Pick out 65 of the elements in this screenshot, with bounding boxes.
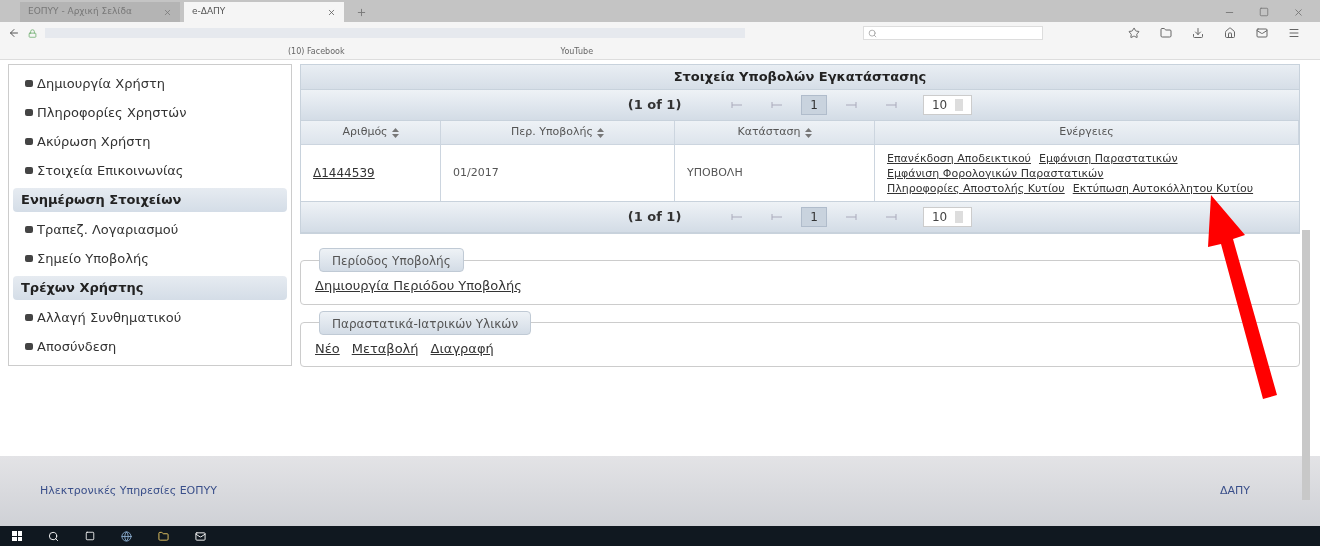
bookmark-link[interactable]: YouTube — [560, 45, 594, 58]
column-header[interactable]: Κατάσταση — [675, 121, 875, 145]
fieldset-link[interactable]: Μεταβολή — [351, 338, 419, 358]
star-icon[interactable] — [1128, 27, 1140, 39]
footer-text: Ηλεκτρονικές Υπηρεσίες ΕΟΠΥΥ — [40, 482, 217, 499]
table-title: Στοιχεία Υποβολών Εγκατάστασης — [301, 65, 1299, 89]
home-icon[interactable] — [1224, 27, 1236, 39]
bullet-icon — [25, 314, 33, 321]
sidebar-item[interactable]: Πληροφορίες Χρηστών — [37, 102, 187, 123]
action-link[interactable]: Εμφάνιση Φορολογικών Παραστατικών — [887, 165, 1104, 181]
fieldset-link[interactable]: Νέο — [315, 338, 340, 358]
browser-tab[interactable]: e-ΔΑΠΥ — [184, 2, 344, 22]
bullet-icon — [25, 343, 33, 350]
bullet-icon — [25, 80, 33, 87]
sidebar-item[interactable]: Στοιχεία Επικοινωνίας — [37, 160, 184, 181]
record-number-link[interactable]: Δ1444539 — [313, 164, 375, 182]
action-link[interactable]: Εμφάνιση Παραστατικών — [1039, 150, 1178, 166]
globe-icon[interactable] — [121, 530, 132, 542]
bullet-icon — [25, 255, 33, 262]
bookmark-link[interactable]: (10) Facebook — [288, 45, 345, 58]
footer-text: ΔΑΠΥ — [1219, 482, 1250, 499]
sidebar-heading: Τρέχων Χρήστης — [13, 276, 287, 300]
close-tab-icon[interactable] — [327, 7, 336, 17]
back-icon[interactable] — [8, 27, 20, 39]
lock-icon — [28, 28, 37, 38]
fieldset-link[interactable]: Δημιουργία Περιόδου Υποβολής — [315, 276, 522, 296]
scrollbar-icon — [1302, 230, 1310, 500]
fieldset-legend: Παραστατικά-Ιατρικών Υλικών — [319, 310, 532, 335]
search-icon — [868, 28, 877, 38]
sidebar-item[interactable]: Τραπεζ. Λογαριασμού — [37, 219, 179, 240]
action-link[interactable]: Εκτύπωση Αυτοκόλλητου Κυτίου — [1072, 180, 1254, 196]
bullet-icon — [25, 167, 33, 174]
sidebar-item[interactable]: Αλλαγή Συνθηματικού — [37, 307, 182, 328]
download-icon[interactable] — [1192, 27, 1204, 39]
column-header[interactable]: Περ. Υποβολής — [441, 121, 675, 145]
page-summary: (1 of 1) — [627, 96, 682, 115]
bullet-icon — [25, 109, 33, 116]
menu-icon[interactable] — [1288, 27, 1300, 39]
sidebar-heading: Ενημέρωση Στοιχείων — [13, 188, 287, 212]
close-tab-icon[interactable] — [163, 7, 172, 17]
column-header[interactable]: Αριθμός — [301, 121, 441, 145]
folder-icon[interactable] — [1160, 27, 1172, 39]
sidebar-item[interactable]: Αποσύνδεση — [37, 336, 117, 357]
new-tab-icon[interactable] — [356, 7, 367, 18]
bullet-icon — [25, 226, 33, 233]
rows-per-page-select[interactable]: 10 — [923, 207, 973, 227]
column-header[interactable]: Ενέργειες — [875, 121, 1299, 145]
page-button[interactable]: 1 — [801, 95, 827, 115]
close-icon[interactable] — [1293, 7, 1304, 18]
page-button[interactable]: 1 — [801, 207, 827, 227]
action-link[interactable]: Πληροφορίες Αποστολής Κυτίου — [887, 180, 1065, 196]
fieldset-link[interactable]: Διαγραφή — [430, 338, 494, 358]
task-view-icon[interactable] — [85, 531, 95, 541]
bullet-icon — [25, 138, 33, 145]
action-link[interactable]: Επανέκδοση Αποδεικτικού — [887, 150, 1031, 166]
maximize-icon[interactable] — [1259, 7, 1269, 18]
sidebar-item[interactable]: Δημιουργία Χρήστη — [37, 73, 166, 94]
rows-per-page-select[interactable]: 10 — [923, 95, 973, 115]
search-field[interactable] — [863, 26, 1043, 40]
page-summary: (1 of 1) — [627, 208, 682, 227]
windows-start-icon[interactable] — [12, 531, 22, 541]
sidebar-item[interactable]: Ακύρωση Χρήστη — [37, 131, 151, 152]
fieldset-legend: Περίοδος Υποβολής — [319, 248, 464, 272]
search-icon[interactable] — [48, 530, 59, 542]
sidebar-item[interactable]: Σημείο Υποβολής — [37, 248, 149, 269]
